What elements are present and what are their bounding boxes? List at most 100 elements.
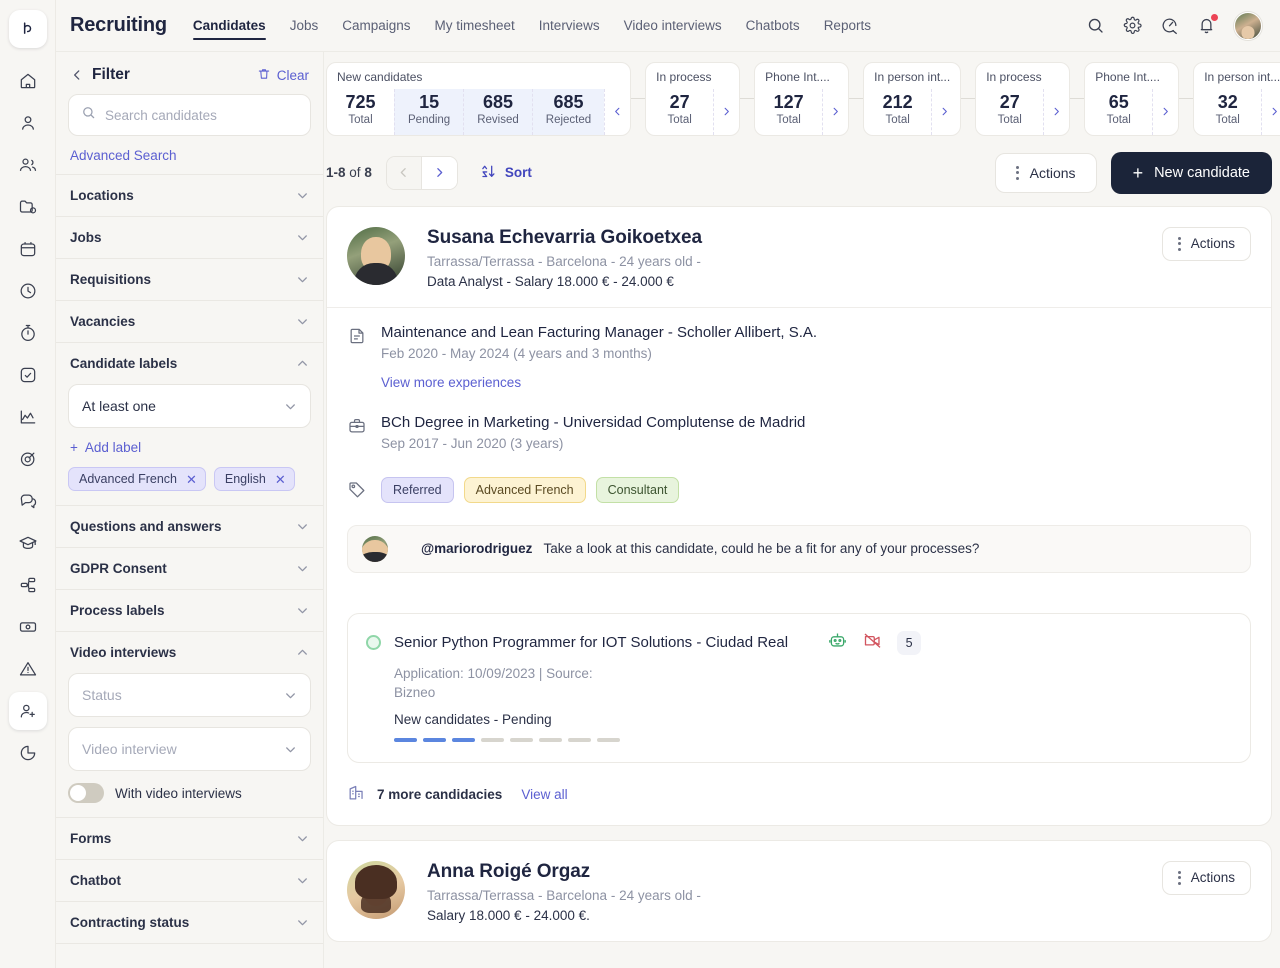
rail-item-folder[interactable] (9, 188, 47, 226)
filter-section-gdpr-consent-header[interactable]: GDPR Consent (56, 548, 323, 589)
comment-mention[interactable]: @mariorodriguez (421, 541, 532, 556)
stat-card-phone-interview-1[interactable]: Phone Int.... 127 Total (754, 62, 850, 136)
candidate-card[interactable]: Susana Echevarria Goikoetxea Tarrassa/Te… (326, 205, 1272, 826)
rail-item-analytics[interactable] (9, 398, 47, 436)
candidate-card[interactable]: Anna Roigé Orgaz Tarrassa/Terrassa - Bar… (326, 839, 1272, 942)
stat-card-in-process-1[interactable]: In process 27 Total (645, 62, 741, 136)
rail-item-alerts[interactable] (9, 650, 47, 688)
rail-item-stopwatch[interactable] (9, 314, 47, 352)
rail-item-workflow[interactable] (9, 566, 47, 604)
filter-section-candidate-labels-header[interactable]: Candidate labels (56, 343, 323, 384)
bell-icon[interactable] (1197, 14, 1218, 35)
stat-label: Total (348, 113, 373, 126)
stat-card-in-person-interview-1[interactable]: In person int... 212 Total (863, 62, 962, 136)
stats-next-button[interactable] (1261, 89, 1280, 135)
prev-page-button[interactable] (386, 156, 422, 189)
new-candidate-button[interactable]: + New candidate (1110, 151, 1272, 194)
candidate-name[interactable]: Susana Echevarria Goikoetxea (427, 227, 702, 249)
nav-item-interviews[interactable]: Interviews (539, 0, 600, 51)
stat-card-new-candidates[interactable]: New candidates 725 Total 15 Pending 685 … (326, 62, 632, 136)
rail-item-users[interactable] (9, 146, 47, 184)
nav-item-jobs[interactable]: Jobs (290, 0, 319, 51)
filter-section-forms-header[interactable]: Forms (56, 818, 323, 859)
candidate-actions-button[interactable]: Actions (1161, 226, 1251, 261)
nav-item-chatbots[interactable]: Chatbots (746, 0, 800, 51)
sort-button[interactable]: Sort (480, 163, 532, 183)
nav-item-video-interviews[interactable]: Video interviews (624, 0, 722, 51)
filter-section-locations-header[interactable]: Locations (56, 175, 323, 216)
rail-item-reports[interactable] (9, 734, 47, 772)
search-candidates-box[interactable] (68, 94, 311, 136)
stat-card-phone-interview-2[interactable]: Phone Int.... 65 Total (1084, 62, 1180, 136)
next-page-button[interactable] (421, 156, 457, 189)
stat-card-in-process-2[interactable]: In process 27 Total (975, 62, 1071, 136)
filter-section-process-labels: Process labels (56, 589, 323, 631)
nav-item-my-timesheet[interactable]: My timesheet (435, 0, 515, 51)
candidacy-box[interactable]: Senior Python Programmer for IOT Solutio… (347, 612, 1251, 763)
stat-card-in-person-interview-2[interactable]: In person int... 32 Total (1193, 62, 1280, 136)
video-status-select[interactable]: Status (68, 673, 311, 717)
add-label-button[interactable]: + Add label (68, 438, 311, 467)
filter-section-requisitions-header[interactable]: Requisitions (56, 259, 323, 300)
candidate-tag[interactable]: Referred (381, 476, 454, 503)
label-match-mode-select[interactable]: At least one (68, 384, 311, 428)
candidacy-title[interactable]: Senior Python Programmer for IOT Solutio… (394, 634, 788, 651)
rail-item-user[interactable] (9, 104, 47, 142)
stats-next-button[interactable] (931, 89, 957, 135)
label-chip[interactable]: Advanced French ✕ (68, 467, 206, 491)
candidate-tag[interactable]: Advanced French (463, 476, 586, 503)
filter-section-jobs-header[interactable]: Jobs (56, 217, 323, 258)
stats-next-button[interactable] (1152, 89, 1178, 135)
advanced-search-link[interactable]: Advanced Search (56, 136, 323, 174)
kebab-icon (1177, 870, 1181, 885)
actions-label: Actions (1029, 164, 1076, 181)
speedometer-icon[interactable] (1160, 16, 1179, 35)
stats-prev-button[interactable] (604, 89, 630, 135)
rail-item-home[interactable] (9, 62, 47, 100)
gear-icon[interactable] (1123, 16, 1142, 35)
filter-section-process-labels-header[interactable]: Process labels (56, 590, 323, 631)
rail-item-clock[interactable] (9, 272, 47, 310)
video-off-icon[interactable] (862, 630, 883, 656)
search-input[interactable] (105, 107, 298, 123)
stat-label: Pending (408, 113, 451, 126)
robot-icon[interactable] (827, 630, 848, 656)
rail-item-recruiting[interactable] (8, 692, 47, 730)
with-video-interviews-toggle[interactable] (68, 783, 104, 803)
close-icon[interactable]: ✕ (186, 473, 197, 486)
nav-item-campaigns[interactable]: Campaigns (342, 0, 410, 51)
trash-icon (257, 67, 271, 84)
filter-section-vacancies-header[interactable]: Vacancies (56, 301, 323, 342)
avatar[interactable] (1234, 11, 1262, 40)
stats-next-button[interactable] (1043, 89, 1069, 135)
rail-item-chat[interactable] (9, 482, 47, 520)
candidate-tag[interactable]: Consultant (595, 476, 680, 503)
nav-item-reports[interactable]: Reports (824, 0, 871, 51)
candidate-actions-button[interactable]: Actions (1161, 860, 1251, 895)
clear-filters-button[interactable]: Clear (257, 67, 309, 84)
rail-item-target[interactable] (9, 440, 47, 478)
view-all-candidacies-link[interactable]: View all (521, 787, 567, 802)
filter-section-contracting-status-header[interactable]: Contracting status (56, 902, 323, 943)
rail-item-payroll[interactable] (9, 608, 47, 646)
filter-section-questions-answers-header[interactable]: Questions and answers (56, 506, 323, 547)
candidate-name[interactable]: Anna Roigé Orgaz (427, 861, 701, 883)
rail-item-tasks[interactable] (9, 356, 47, 394)
bizneo-logo-icon[interactable] (8, 10, 47, 48)
filter-section-video-interviews-header[interactable]: Video interviews (56, 632, 323, 673)
chevron-left-icon[interactable] (70, 68, 84, 82)
stats-next-button[interactable] (713, 89, 739, 135)
rail-item-training[interactable] (9, 524, 47, 562)
nav-item-candidates[interactable]: Candidates (192, 0, 266, 51)
rail-item-calendar[interactable] (9, 230, 47, 268)
candidate-avatar[interactable] (347, 860, 405, 919)
actions-button[interactable]: Actions (994, 152, 1097, 193)
video-interview-select[interactable]: Video interview (68, 727, 311, 771)
search-icon[interactable] (1086, 16, 1105, 35)
close-icon[interactable]: ✕ (275, 473, 286, 486)
candidate-avatar[interactable] (347, 226, 405, 285)
filter-section-chatbot-header[interactable]: Chatbot (56, 860, 323, 901)
label-chip[interactable]: English ✕ (213, 467, 295, 491)
stats-next-button[interactable] (822, 89, 848, 135)
view-more-experiences-link[interactable]: View more experiences (381, 375, 521, 390)
